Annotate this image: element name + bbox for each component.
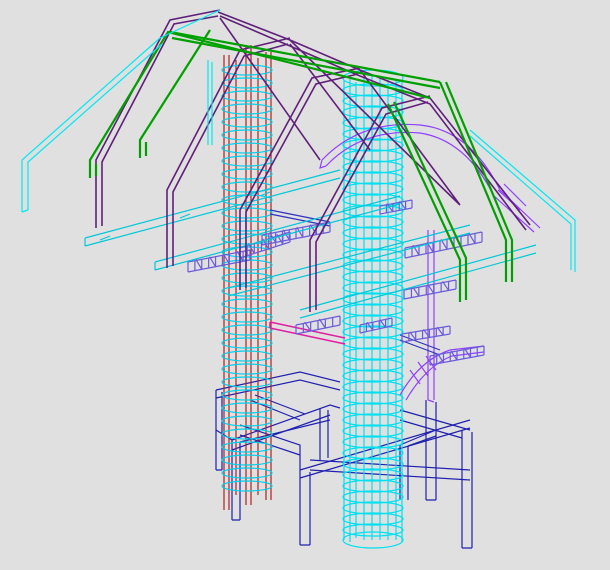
column-ring (342, 347, 404, 361)
column-ring (342, 369, 404, 383)
column-ring (342, 149, 404, 163)
column-ring (342, 380, 404, 394)
walkway-deck-segment (295, 315, 341, 335)
column-ring (342, 391, 404, 405)
column-ring (342, 182, 404, 196)
column-ring (342, 358, 404, 372)
column-ring (342, 479, 404, 493)
column-ring (342, 270, 404, 284)
walkway-deck-segment (404, 231, 483, 259)
column-ring (342, 226, 404, 240)
column-ring (342, 259, 404, 273)
column-ring (342, 501, 404, 515)
column-ring (342, 402, 404, 416)
column-ring (342, 193, 404, 207)
column-ring (342, 171, 404, 185)
column-ring (342, 303, 404, 317)
roof-rafters-green (88, 29, 514, 302)
column-ring (342, 424, 404, 438)
cad-3d-viewport[interactable] (0, 0, 610, 570)
walkway-deck-segment (401, 325, 451, 343)
column-ring (342, 523, 404, 537)
column-ring (342, 512, 404, 526)
column-ring (342, 490, 404, 504)
walkway-deck-segment (403, 279, 457, 300)
column-ring (342, 237, 404, 251)
wireframe-structure-drawing (21, 9, 576, 549)
column-ring (342, 413, 404, 427)
column-ring (342, 215, 404, 229)
column-ring (342, 336, 404, 350)
